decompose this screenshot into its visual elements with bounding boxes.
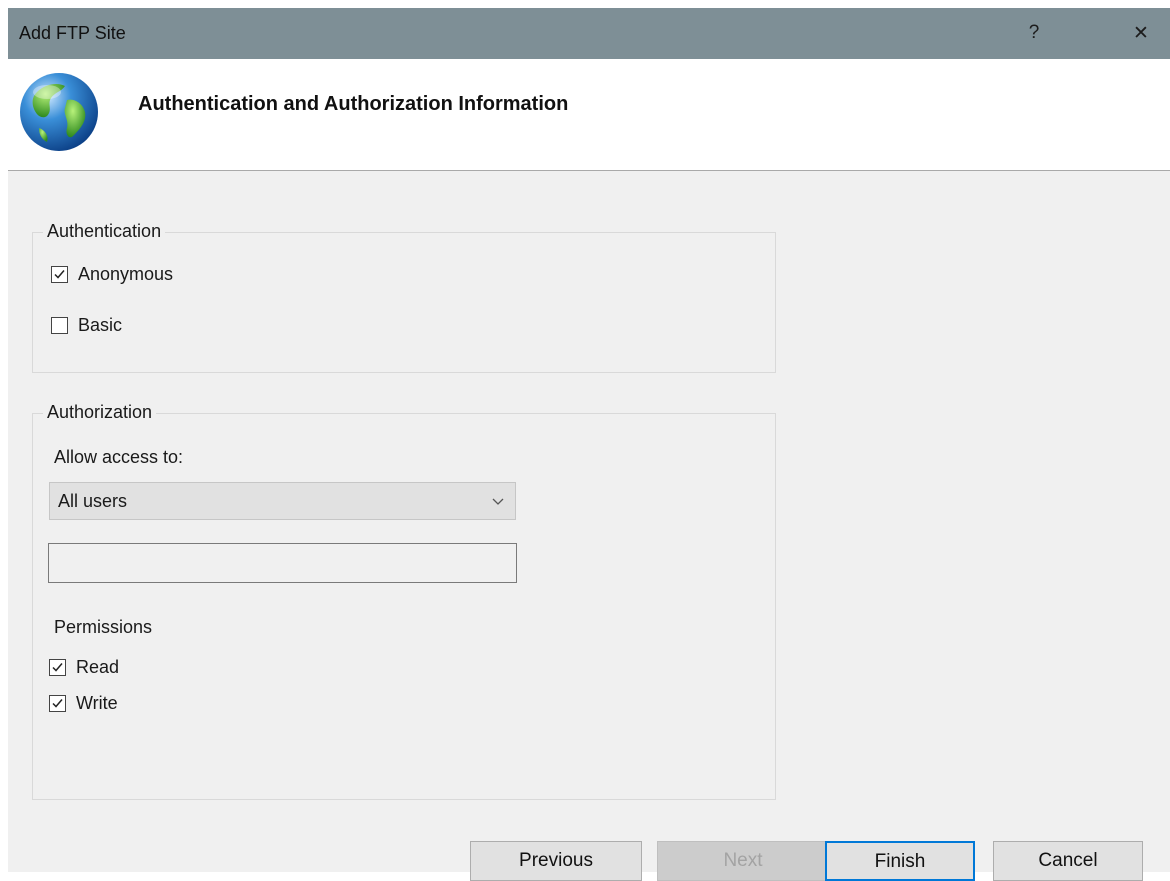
close-icon: ✕ <box>1133 22 1149 44</box>
basic-checkbox[interactable]: Basic <box>51 315 122 336</box>
chevron-down-icon <box>492 498 504 505</box>
help-button[interactable]: ? <box>1018 18 1050 48</box>
permissions-label: Permissions <box>54 617 153 637</box>
checkbox-label: Write <box>76 693 118 713</box>
checkbox-label: Read <box>76 657 120 677</box>
checkbox-box[interactable] <box>51 266 68 283</box>
wizard-content: Authentication Anonymous Basic Authoriza… <box>8 171 1170 831</box>
checkbox-box[interactable] <box>51 317 68 334</box>
wizard-header: Authentication and Authorization Informa… <box>8 59 1170 171</box>
page-title: Authentication and Authorization Informa… <box>138 93 569 115</box>
title-bar: Add FTP Site ? ✕ <box>8 8 1170 59</box>
checkbox-box[interactable] <box>49 695 66 712</box>
finish-button[interactable]: Finish <box>825 841 975 881</box>
cancel-button[interactable]: Cancel <box>993 841 1143 881</box>
users-input[interactable] <box>48 543 517 583</box>
allow-access-value: All users <box>58 490 128 511</box>
check-icon <box>54 270 65 279</box>
allow-access-select[interactable]: All users <box>49 482 516 520</box>
anonymous-checkbox[interactable]: Anonymous <box>51 264 173 285</box>
check-icon <box>52 663 63 672</box>
close-button[interactable]: ✕ <box>1125 18 1157 48</box>
previous-button[interactable]: Previous <box>470 841 642 881</box>
checkbox-box[interactable] <box>49 659 66 676</box>
check-icon <box>52 699 63 708</box>
write-checkbox[interactable]: Write <box>49 693 118 714</box>
checkbox-label: Basic <box>78 315 123 335</box>
button-bar: Previous Next Finish Cancel <box>8 831 1170 881</box>
window-title: Add FTP Site <box>19 23 126 43</box>
checkbox-label: Anonymous <box>78 264 174 284</box>
authentication-group: Authentication Anonymous Basic <box>32 221 776 373</box>
authorization-group: Authorization Allow access to: All users… <box>32 402 776 800</box>
next-button[interactable]: Next <box>657 841 829 881</box>
globe-icon <box>20 73 98 151</box>
help-icon: ? <box>1028 22 1040 43</box>
authentication-legend: Authentication <box>43 221 166 242</box>
read-checkbox[interactable]: Read <box>49 657 119 678</box>
authorization-legend: Authorization <box>43 402 157 423</box>
allow-access-label: Allow access to: <box>54 447 184 467</box>
